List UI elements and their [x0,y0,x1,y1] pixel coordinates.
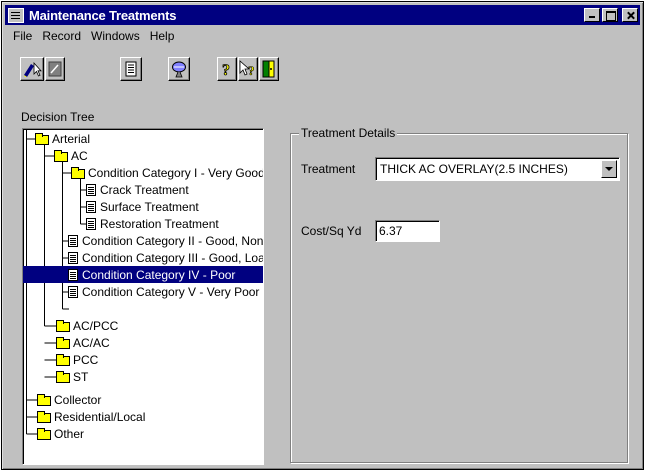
exit-door-icon [262,60,275,78]
app-window: Maintenance Treatments File Record Windo… [1,1,644,470]
tree-node-st[interactable]: ST [56,368,90,385]
folder-icon [37,427,51,440]
menu-file[interactable]: File [8,28,37,46]
menu-windows[interactable]: Windows [86,28,145,46]
document-icon [86,217,96,230]
tree-node-restoration-treatment[interactable]: Restoration Treatment [86,215,221,232]
folder-icon [56,319,70,332]
toolbar: ? ? [2,57,643,85]
tree-node-condition-iii[interactable]: Condition Category III - Good, Load Re [68,249,263,266]
tree-node-ac-pcc[interactable]: AC/PCC [56,317,120,334]
folder-open-icon [35,132,49,145]
treatment-select[interactable]: THICK AC OVERLAY(2.5 INCHES) [375,157,620,181]
folder-icon [37,393,51,406]
tree-node-residential-local[interactable]: Residential/Local [37,408,147,425]
tree-node-collector[interactable]: Collector [37,391,103,408]
folder-open-icon [54,149,68,162]
folder-open-icon [71,166,85,179]
menu-help[interactable]: Help [145,28,180,46]
tree-node-pcc[interactable]: PCC [56,351,100,368]
maximize-button[interactable] [602,8,618,22]
form-button[interactable] [45,57,65,81]
close-button[interactable] [622,8,638,22]
svg-text:?: ? [222,62,230,77]
tree-node-ac[interactable]: AC [54,147,90,164]
document-icon [86,200,96,213]
treatment-details-title: Treatment Details [299,126,398,140]
tree-node-condition-iv[interactable]: Condition Category IV - Poor [68,266,238,283]
chevron-down-icon[interactable] [601,160,617,178]
window-title: Maintenance Treatments [29,7,177,23]
tree-node-condition-v[interactable]: Condition Category V - Very Poor [68,283,261,300]
document-icon [68,285,78,298]
folder-icon [56,336,70,349]
system-menu-icon[interactable] [8,7,24,23]
treatment-details-group: Treatment Details [290,126,628,463]
context-help-icon: ? [239,60,255,78]
folder-icon [37,410,51,423]
cost-field[interactable]: 6.37 [375,220,440,242]
cost-label: Cost/Sq Yd [301,224,362,238]
decision-tree[interactable]: Arterial AC Condition Category I - Very … [22,128,264,465]
document-icon [86,183,96,196]
minimize-button[interactable] [584,8,600,22]
tree-node-condition-i[interactable]: Condition Category I - Very Good [71,164,263,181]
menu-record[interactable]: Record [37,28,86,46]
document-icon [68,234,78,247]
tree-node-ac-ac[interactable]: AC/AC [56,334,112,351]
pencil-select-button[interactable] [20,57,44,81]
magnifier-icon [172,61,186,78]
document-icon [68,268,78,281]
treatment-label: Treatment [301,162,356,176]
form-icon [48,61,62,77]
folder-icon [56,370,70,383]
query-button[interactable] [168,57,190,81]
treatment-select-value: THICK AC OVERLAY(2.5 INCHES) [380,162,568,176]
tree-node-condition-ii[interactable]: Condition Category II - Good, Non-Load [68,232,263,249]
document-icon [125,61,137,77]
svg-text:?: ? [248,63,255,78]
help-button[interactable]: ? [217,57,237,81]
tree-node-crack-treatment[interactable]: Crack Treatment [86,181,191,198]
context-help-button[interactable]: ? [238,57,258,81]
decision-tree-label: Decision Tree [21,110,95,124]
tree-node-arterial[interactable]: Arterial [35,130,92,147]
tree-node-other[interactable]: Other [37,425,86,442]
pencil-select-icon [24,61,42,77]
document-button[interactable] [120,57,142,81]
menu-bar: File Record Windows Help [8,28,179,46]
title-bar[interactable]: Maintenance Treatments [5,5,640,25]
tree-node-surface-treatment[interactable]: Surface Treatment [86,198,201,215]
folder-icon [56,353,70,366]
exit-button[interactable] [259,57,279,81]
help-icon: ? [222,62,231,77]
document-icon [68,251,78,264]
